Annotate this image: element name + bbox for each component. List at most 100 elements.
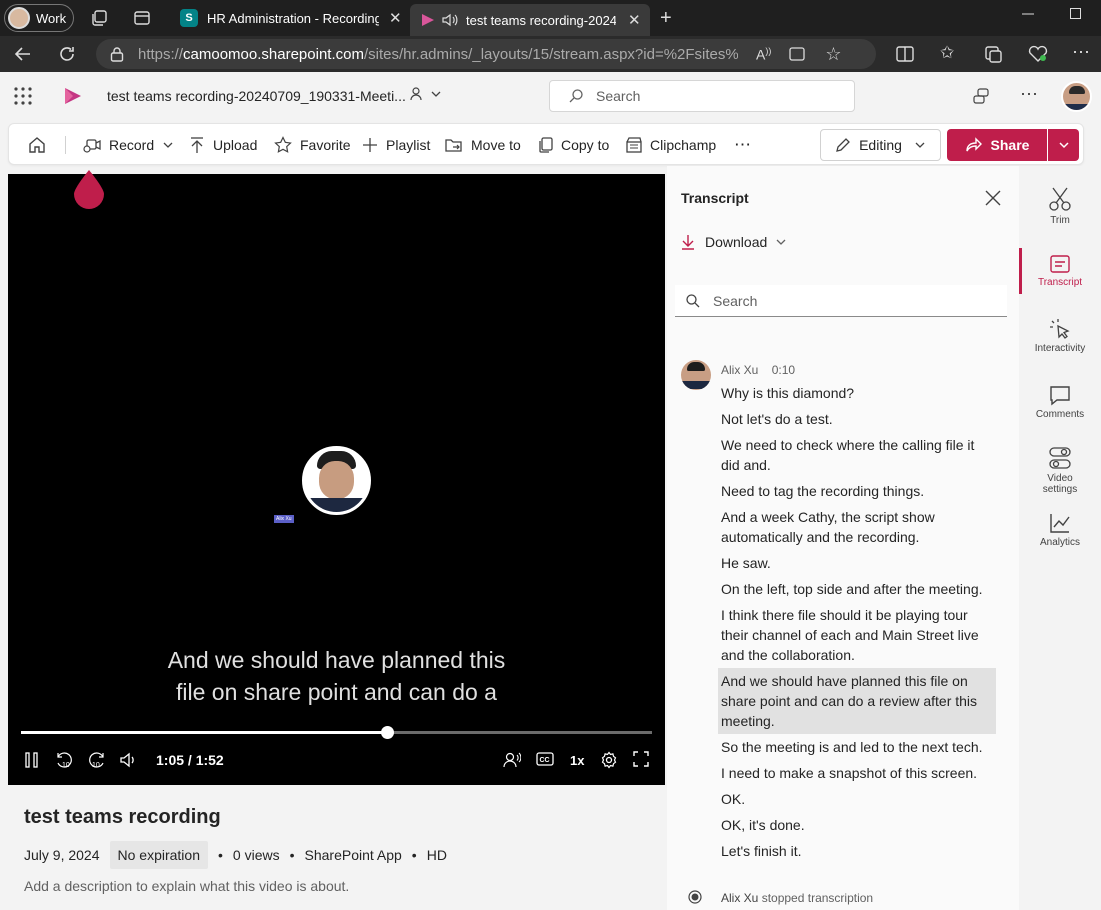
app-launcher-icon[interactable] [14, 87, 32, 105]
maximize-icon[interactable] [1070, 8, 1082, 20]
user-avatar[interactable] [1061, 81, 1092, 112]
url-prefix: https:// [138, 45, 184, 63]
expiration-badge[interactable]: No expiration [109, 841, 208, 869]
favorite-label: Favorite [300, 137, 351, 153]
close-tab-icon[interactable]: ✕ [389, 9, 402, 27]
url-input[interactable]: https://camoomoo.sharepoint.com/sites/hr… [96, 39, 876, 69]
copy-to-button[interactable]: Copy to [539, 124, 609, 166]
rail-comments[interactable]: Comments [1019, 384, 1101, 420]
caption-line: And we should have planned this [167, 647, 506, 673]
transcript-line[interactable]: And we should have planned this file on … [718, 668, 996, 734]
move-to-button[interactable]: Move to [445, 124, 521, 166]
transcript-line[interactable]: We need to check where the calling file … [718, 432, 996, 478]
file-info-button[interactable] [410, 86, 442, 102]
favorite-star-icon[interactable]: ☆ [825, 44, 841, 65]
close-icon[interactable] [985, 190, 1001, 206]
speaker-coach-icon[interactable] [503, 751, 521, 769]
rewind-10-icon[interactable]: 10 [55, 751, 73, 769]
transcript-icon [1050, 255, 1070, 273]
home-button[interactable] [27, 124, 55, 166]
minimize-icon[interactable] [1022, 8, 1034, 20]
rail-video-settings[interactable]: Video settings [1019, 446, 1101, 495]
video-player[interactable]: Alix Xu And we should have planned this … [8, 174, 665, 785]
video-metadata: July 9, 2024 No expiration • 0 views • S… [24, 840, 447, 870]
app-search-input[interactable]: Search [549, 80, 855, 112]
tab-hr-administration[interactable]: S HR Administration - Recordings ✕ [170, 4, 408, 32]
closed-caption: And we should have planned this file on … [8, 644, 665, 708]
close-tab-icon[interactable]: ✕ [628, 11, 641, 29]
upload-button[interactable]: Upload [189, 124, 257, 166]
tab-title: test teams recording-20240709_190331-Mee… [466, 12, 616, 28]
download-icon [682, 235, 694, 250]
fullscreen-icon[interactable] [633, 751, 649, 767]
playback-speed[interactable]: 1x [570, 753, 584, 768]
more-options-icon[interactable]: ⋯ [1072, 42, 1090, 63]
chevron-down-icon [1058, 142, 1069, 149]
seek-bar[interactable] [21, 726, 652, 739]
transcript-search-input[interactable]: Search [675, 285, 1007, 317]
profile-label: Work [36, 10, 67, 26]
chevron-down-icon [776, 239, 786, 245]
description-field[interactable]: Add a description to explain what this v… [24, 878, 349, 894]
tab-actions-icon[interactable] [133, 9, 151, 27]
transcript-line[interactable]: On the left, top side and after the meet… [718, 576, 996, 602]
transcript-line[interactable]: Need to tag the recording things. [718, 478, 996, 504]
stream-logo-icon[interactable] [63, 86, 83, 106]
collections-icon[interactable] [984, 45, 1002, 63]
search-icon [568, 88, 584, 104]
rail-trim[interactable]: Trim [1019, 186, 1101, 226]
volume-icon[interactable] [119, 751, 137, 769]
playlist-button[interactable]: Playlist [362, 124, 430, 166]
speaker-icon[interactable] [442, 13, 458, 27]
transcript-line[interactable]: I think there file should it be playing … [718, 602, 996, 668]
back-icon[interactable] [14, 45, 32, 63]
seek-handle[interactable] [380, 726, 394, 739]
pause-icon[interactable] [24, 751, 40, 769]
transcript-line[interactable]: OK. [718, 786, 996, 812]
transcript-line[interactable]: Not let's do a test. [718, 406, 996, 432]
transcript-line[interactable]: Why is this diamond? [718, 380, 996, 406]
refresh-icon[interactable] [58, 45, 76, 63]
settings-gear-icon[interactable] [600, 751, 618, 769]
workspaces-icon[interactable] [90, 9, 108, 27]
transcript-line[interactable]: I need to make a snapshot of this screen… [718, 760, 996, 786]
more-commands-icon[interactable]: ⋯ [734, 124, 751, 166]
share-options-button[interactable] [1048, 129, 1079, 161]
favorites-icon[interactable]: ✩ [940, 43, 954, 63]
toolbar-divider [65, 136, 66, 154]
tab-test-teams-recording[interactable]: test teams recording-20240709_190331-Mee… [410, 4, 650, 36]
share-button[interactable]: Share [947, 129, 1047, 161]
forward-10-icon[interactable]: 10 [88, 751, 106, 769]
profile-button[interactable]: Work [4, 4, 74, 32]
rail-label: Video [1047, 473, 1073, 484]
split-screen-icon[interactable] [896, 45, 914, 63]
new-tab-icon[interactable]: + [660, 7, 672, 30]
rail-transcript[interactable]: Transcript [1019, 254, 1101, 288]
share-label: Share [990, 137, 1030, 153]
transcript-line[interactable]: OK, it's done. [718, 812, 996, 838]
search-icon [686, 293, 700, 307]
transcript-line[interactable]: And a week Cathy, the script show automa… [718, 504, 996, 550]
feedback-icon[interactable] [972, 87, 990, 105]
browser-essentials-icon[interactable] [1028, 45, 1048, 63]
favorite-button[interactable]: Favorite [274, 124, 351, 166]
transcript-line[interactable]: Let's finish it. [718, 838, 996, 864]
transcript-line[interactable]: He saw. [718, 550, 996, 576]
record-button[interactable]: Record [83, 124, 182, 166]
speaker-timestamp[interactable]: 0:10 [772, 363, 795, 377]
rail-interactivity[interactable]: Interactivity [1019, 318, 1101, 354]
clipchamp-button[interactable]: Clipchamp [626, 124, 716, 166]
participant-name-tag: Alix Xu [274, 515, 294, 523]
upload-date: July 9, 2024 [24, 847, 100, 863]
captions-icon[interactable]: CC [536, 751, 554, 767]
plus-icon [363, 138, 377, 152]
rail-analytics[interactable]: Analytics [1019, 512, 1101, 548]
download-transcript-button[interactable]: Download [681, 234, 787, 250]
editing-mode-button[interactable]: Editing [820, 129, 941, 161]
playback-time: 1:05 / 1:52 [156, 752, 224, 768]
more-options-icon[interactable]: ⋯ [1020, 84, 1038, 105]
record-pointer-marker [72, 168, 106, 210]
read-aloud-icon[interactable]: A)) [756, 46, 771, 63]
app-available-icon[interactable] [789, 46, 805, 62]
transcript-line[interactable]: So the meeting is and led to the next te… [718, 734, 996, 760]
